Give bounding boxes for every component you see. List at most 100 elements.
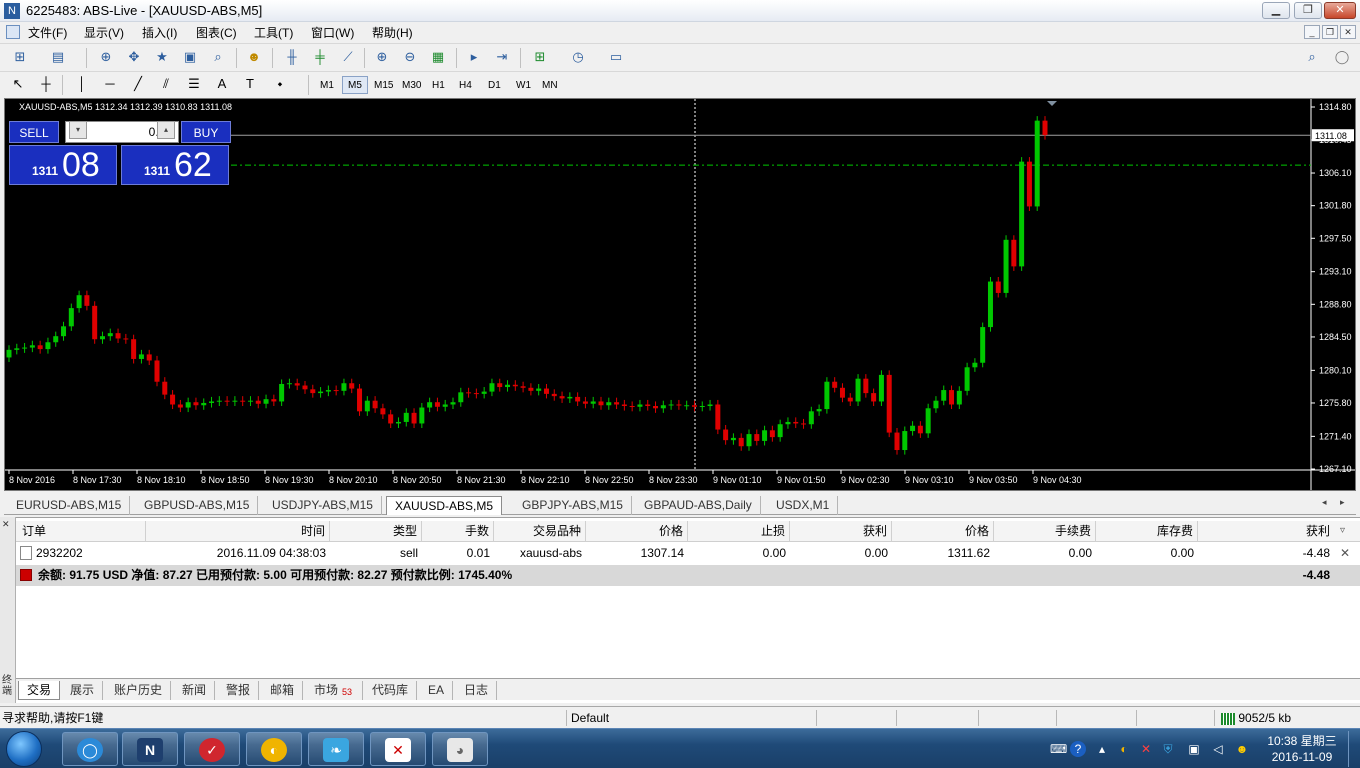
sort-icon[interactable]: ▿ — [1340, 525, 1345, 536]
mdi-close-button[interactable]: ✕ — [1340, 25, 1356, 39]
taskbar-app-cat[interactable]: ◕ — [432, 732, 488, 766]
timeframe-m30[interactable]: M30 — [396, 76, 427, 94]
chart-tab-eurusd[interactable]: EURUSD-ABS,M15 — [8, 496, 131, 515]
keyboard-icon[interactable]: ⌨ — [1050, 741, 1067, 757]
buy-price-button[interactable]: 1311 62 — [121, 145, 229, 185]
tray-yellow-icon[interactable]: ◐ — [1116, 741, 1132, 757]
zoom-out-icon[interactable]: ⊖ — [400, 47, 420, 67]
header-commission[interactable]: 手续费 — [994, 521, 1096, 542]
header-type[interactable]: 类型 — [330, 521, 422, 542]
arrows-icon[interactable]: ⬩ — [270, 74, 290, 94]
status-connection[interactable]: 9052/5 kb — [1214, 710, 1360, 726]
candlestick-icon[interactable]: ╪ — [310, 47, 330, 67]
menu-view[interactable]: 显示(V) — [84, 24, 124, 41]
fibonacci-icon[interactable]: ☰ — [184, 74, 204, 94]
trendline-icon[interactable]: ╱ — [128, 74, 148, 94]
close-button[interactable]: ✕ — [1324, 2, 1356, 19]
tab-experts[interactable]: EA — [420, 681, 454, 700]
header-stop-loss[interactable]: 止损 — [688, 521, 790, 542]
tray-arrow-icon[interactable]: ▴ — [1094, 741, 1110, 757]
menu-window[interactable]: 窗口(W) — [311, 24, 354, 41]
timeframe-mn[interactable]: MN — [536, 76, 564, 94]
market-watch-icon[interactable]: ⊕ — [96, 47, 116, 67]
header-open-price[interactable]: 价格 — [586, 521, 688, 542]
chart-tab-gbpjpy[interactable]: GBPJPY-ABS,M15 — [514, 496, 632, 515]
order-row[interactable]: 2932202 2016.11.09 04:38:03 sell 0.01 xa… — [16, 543, 1360, 564]
header-current-price[interactable]: 价格 — [892, 521, 994, 542]
timeframe-h4[interactable]: H4 — [453, 76, 478, 94]
timeframe-w1[interactable]: W1 — [510, 76, 537, 94]
mdi-minimize-button[interactable]: _ — [1304, 25, 1320, 39]
tray-shield-icon[interactable]: ⛨ — [1160, 741, 1176, 757]
zoom-in-icon[interactable]: ⊕ — [372, 47, 392, 67]
chart-tab-gbpusd[interactable]: GBPUSD-ABS,M15 — [136, 496, 259, 515]
taskbar-app-browser[interactable]: ◯ — [62, 732, 118, 766]
periods-icon[interactable]: ◷ — [568, 47, 588, 67]
tab-code-base[interactable]: 代码库 — [364, 681, 418, 700]
network-icon[interactable]: ▣ — [1186, 741, 1202, 757]
header-order[interactable]: 订单 — [16, 521, 146, 542]
templates-icon[interactable]: ▭ — [606, 47, 626, 67]
taskbar-app-yellow[interactable]: ◐ — [246, 732, 302, 766]
auto-scroll-icon[interactable]: ▸ — [464, 47, 484, 67]
minimize-button[interactable]: ▁ — [1262, 2, 1290, 19]
qq-icon[interactable]: ☻ — [1234, 741, 1250, 757]
menu-insert[interactable]: 插入(I) — [142, 24, 177, 41]
lot-increase-button[interactable]: ▴ — [157, 121, 175, 139]
data-window-icon[interactable]: ✥ — [124, 47, 144, 67]
tab-news[interactable]: 新闻 — [174, 681, 216, 700]
chart-tab-xauusd[interactable]: XAUUSD-ABS,M5 — [386, 496, 503, 515]
title-bar[interactable]: N 6225483: ABS-Live - [XAUUSD-ABS,M5] ▁ … — [0, 0, 1360, 22]
navigator-icon[interactable]: ★ — [152, 47, 172, 67]
indicators-icon[interactable]: ⊞ — [530, 47, 550, 67]
profiles-icon[interactable]: ▤ — [48, 47, 68, 67]
system-clock[interactable]: 10:38 星期三 2016-11-09 — [1262, 733, 1342, 765]
tab-scroll-left-icon[interactable]: ◂ — [1322, 497, 1327, 508]
chart-window[interactable]: 1314.801310.451306.101301.801297.501293.… — [4, 98, 1356, 491]
menu-tools[interactable]: 工具(T) — [254, 24, 293, 41]
header-lots[interactable]: 手数 — [422, 521, 494, 542]
help-icon[interactable]: ? — [1070, 741, 1086, 757]
tab-alerts[interactable]: 警报 — [218, 681, 260, 700]
timeframe-m15[interactable]: M15 — [368, 76, 399, 94]
tab-journal[interactable]: 日志 — [456, 681, 498, 700]
tab-exposure[interactable]: 展示 — [62, 681, 104, 700]
mdi-restore-button[interactable]: ❐ — [1322, 25, 1338, 39]
horizontal-line-icon[interactable]: ─ — [100, 74, 120, 94]
cursor-icon[interactable]: ↖ — [8, 74, 28, 94]
bar-chart-icon[interactable]: ╫ — [282, 47, 302, 67]
sell-button[interactable]: SELL — [9, 121, 59, 143]
menu-charts[interactable]: 图表(C) — [196, 24, 237, 41]
timeframe-m1[interactable]: M1 — [314, 76, 340, 94]
search-icon[interactable]: ⌕ — [1302, 47, 1322, 67]
header-symbol[interactable]: 交易品种 — [494, 521, 586, 542]
terminal-close-icon[interactable]: ✕ — [2, 519, 10, 530]
taskbar-app-feather[interactable]: ❧ — [308, 732, 364, 766]
timeframe-d1[interactable]: D1 — [482, 76, 507, 94]
chat-icon[interactable]: ◯ — [1332, 47, 1352, 67]
text-label-icon[interactable]: T — [240, 74, 260, 94]
chart-tab-usdx[interactable]: USDX,M1 — [768, 496, 839, 515]
terminal-side-strip[interactable]: ✕ 终端 — [0, 517, 16, 703]
tab-mailbox[interactable]: 邮箱 — [262, 681, 304, 700]
menu-file[interactable]: 文件(F) — [28, 24, 67, 41]
lot-decrease-button[interactable]: ▾ — [69, 121, 87, 139]
sell-price-button[interactable]: 1311 08 — [9, 145, 117, 185]
chart-tab-gbpaud[interactable]: GBPAUD-ABS,Daily — [636, 496, 761, 515]
header-swap[interactable]: 库存费 — [1096, 521, 1198, 542]
tray-dx-icon[interactable]: ✕ — [1138, 741, 1154, 757]
document-icon[interactable] — [6, 25, 20, 39]
strategy-tester-icon[interactable]: ⌕ — [208, 47, 228, 67]
tab-scroll-right-icon[interactable]: ▸ — [1340, 497, 1345, 508]
timeframe-h1[interactable]: H1 — [426, 76, 451, 94]
crosshair-icon[interactable]: ┼ — [36, 74, 56, 94]
buy-button[interactable]: BUY — [181, 121, 231, 143]
tab-market[interactable]: 市场 — [306, 681, 364, 700]
close-order-icon[interactable]: ✕ — [1340, 546, 1350, 560]
chart-shift-icon[interactable]: ⇥ — [492, 47, 512, 67]
start-button[interactable] — [6, 731, 42, 767]
taskbar-app-red[interactable]: ✓ — [184, 732, 240, 766]
equidistant-channel-icon[interactable]: ⫽ — [156, 74, 176, 94]
taskbar-app-metatrader[interactable]: N — [122, 732, 178, 766]
volume-icon[interactable]: ◁ — [1210, 741, 1226, 757]
